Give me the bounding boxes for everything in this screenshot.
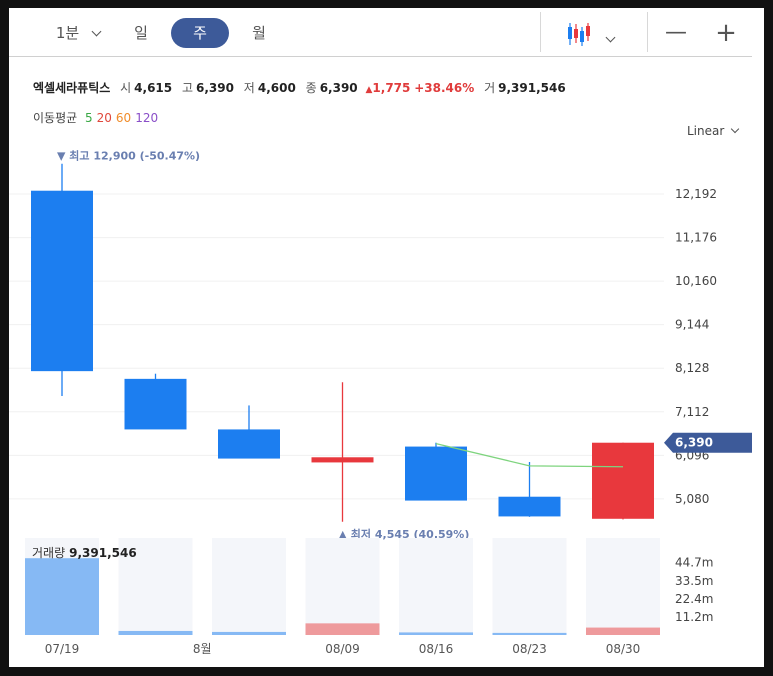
candle-body bbox=[405, 446, 467, 501]
volume-axis-tick-label: 11.2m bbox=[675, 610, 713, 624]
volume-slot-background bbox=[399, 538, 473, 635]
price-axis-tick-label: 7,112 bbox=[675, 405, 709, 419]
price-axis-tick-label: 8,128 bbox=[675, 361, 709, 375]
candle-body bbox=[498, 496, 561, 517]
candle-body bbox=[124, 378, 187, 430]
high-annotation: ▼ 최고 12,900 (-50.47%) bbox=[57, 149, 200, 163]
volume-axis-tick-label: 22.4m bbox=[675, 592, 713, 606]
candle-body bbox=[31, 190, 93, 372]
chart-widget: 1분 일 주 월 — + 엑셀세라퓨틱스 시 4,615 고 6,390 저 4,60… bbox=[9, 8, 764, 667]
volume-bar bbox=[305, 623, 380, 635]
x-axis-tick-label: 8월 bbox=[193, 642, 212, 656]
volume-title-label: 거래량 bbox=[32, 546, 66, 560]
current-price-label: 6,390 bbox=[675, 436, 713, 450]
x-axis-tick-label: 08/09 bbox=[325, 642, 360, 656]
volume-slot-background bbox=[212, 538, 286, 635]
x-axis-tick-label: 07/19 bbox=[45, 642, 80, 656]
volume-bar bbox=[212, 631, 286, 635]
volume-bar bbox=[399, 632, 473, 635]
volume-bar bbox=[25, 558, 99, 635]
volume-title: 거래량 9,391,546 bbox=[32, 544, 137, 561]
volume-bar bbox=[118, 630, 193, 635]
volume-bar bbox=[492, 632, 567, 635]
x-axis-tick-label: 08/30 bbox=[606, 642, 641, 656]
x-axis-tick-label: 08/16 bbox=[419, 642, 454, 656]
volume-axis-tick-label: 44.7m bbox=[675, 556, 713, 570]
price-axis-tick-label: 10,160 bbox=[675, 274, 717, 288]
volume-slot-background bbox=[492, 538, 567, 635]
volume-bar bbox=[586, 627, 660, 635]
candle-body bbox=[592, 442, 654, 519]
volume-slot-background bbox=[305, 538, 380, 635]
volume-total: 9,391,546 bbox=[69, 546, 137, 560]
x-axis-tick-label: 08/23 bbox=[512, 642, 547, 656]
volume-slot-background bbox=[586, 538, 660, 635]
price-axis-tick-label: 5,080 bbox=[675, 492, 709, 506]
price-axis-tick-label: 9,144 bbox=[675, 318, 709, 332]
candle-body bbox=[218, 429, 280, 459]
price-axis-tick-label: 12,192 bbox=[675, 187, 717, 201]
candle-body bbox=[311, 457, 374, 463]
price-axis-tick-label: 11,176 bbox=[675, 231, 717, 245]
volume-axis-tick-label: 33.5m bbox=[675, 574, 713, 588]
price-chart: 12,19211,17610,1609,1448,1287,1126,0965,… bbox=[9, 149, 752, 656]
